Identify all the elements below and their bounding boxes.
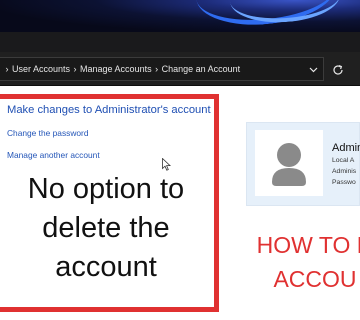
breadcrumb-manage-accounts[interactable]: Manage Accounts <box>80 64 152 74</box>
address-field[interactable]: › User Accounts › Manage Accounts › Chan… <box>0 57 324 81</box>
address-bar: › User Accounts › Manage Accounts › Chan… <box>0 52 360 86</box>
overlay-caption: No option to delete the account <box>0 170 212 287</box>
avatar <box>255 130 323 196</box>
account-password-status: Passwo <box>332 179 356 186</box>
breadcrumb-separator: › <box>73 64 77 74</box>
account-type: Local A <box>332 157 355 164</box>
breadcrumb-separator: › <box>5 64 9 74</box>
breadcrumb-user-accounts[interactable]: User Accounts <box>12 64 70 74</box>
breadcrumb-separator: › <box>155 64 159 74</box>
howto-line: ACCOU <box>273 266 357 292</box>
breadcrumb-change-an-account[interactable]: Change an Account <box>162 64 241 74</box>
user-avatar-icon <box>272 143 306 186</box>
howto-caption: HOW TO D ACCOU <box>230 228 360 296</box>
howto-line: HOW TO D <box>256 232 360 258</box>
account-role: Adminis <box>332 168 357 175</box>
overlay-line: delete the <box>42 212 170 244</box>
window-title-area <box>0 32 360 52</box>
refresh-icon[interactable] <box>330 62 346 78</box>
change-password-link[interactable]: Change the password <box>7 128 88 138</box>
chevron-down-icon[interactable] <box>306 63 320 77</box>
overlay-line: No option to <box>27 173 185 205</box>
overlay-line: account <box>55 251 157 283</box>
page-title: Make changes to Administrator's account <box>7 104 211 116</box>
manage-another-account-link[interactable]: Manage another account <box>7 150 100 160</box>
account-name: Admin <box>332 142 360 154</box>
desktop-wallpaper <box>0 0 360 32</box>
